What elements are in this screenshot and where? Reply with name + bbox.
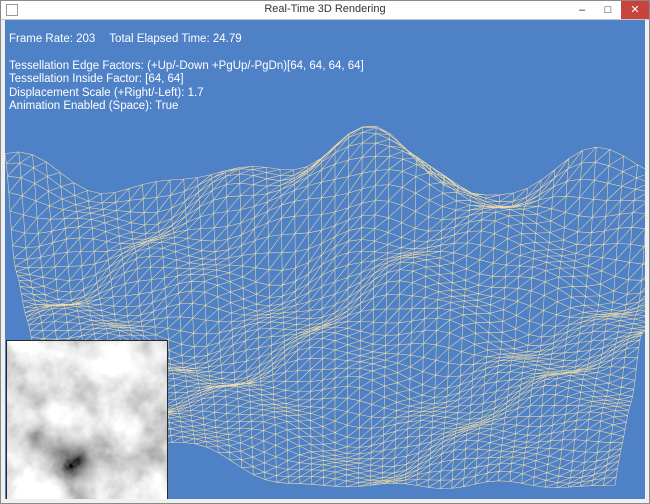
render-viewport[interactable]: Frame Rate: 203 Total Elapsed Time: 24.79… (5, 20, 645, 499)
close-button[interactable]: ✕ (621, 1, 649, 19)
displacement-scale-text: Displacement Scale (+Right/-Left): 1.7 (9, 86, 204, 99)
animation-enabled-text: Animation Enabled (Space): True (9, 100, 179, 112)
maximize-icon: □ (604, 4, 612, 16)
title-bar[interactable]: Real-Time 3D Rendering – □ ✕ (1, 1, 649, 20)
close-icon: ✕ (630, 4, 640, 16)
minimize-button[interactable]: – (569, 1, 595, 19)
app-window: Real-Time 3D Rendering – □ ✕ Frame Rate:… (0, 0, 650, 504)
frame-stats-line: Frame Rate: 203 Total Elapsed Time: 24.79 (9, 33, 364, 47)
minimize-icon: – (578, 4, 586, 16)
frame-rate-text: Frame Rate: 203 (9, 33, 96, 45)
maximize-button[interactable]: □ (595, 1, 621, 19)
elapsed-time-text: Total Elapsed Time: 24.79 (109, 33, 242, 45)
hud-overlay: Frame Rate: 203 Total Elapsed Time: 24.79… (9, 33, 364, 114)
window-title: Real-Time 3D Rendering (264, 3, 386, 15)
edge-factors-text: Tessellation Edge Factors: (+Up/-Down +P… (9, 59, 364, 72)
inside-factor-text: Tessellation Inside Factor: [64, 64] (9, 73, 184, 85)
heightmap-preview (6, 340, 168, 499)
